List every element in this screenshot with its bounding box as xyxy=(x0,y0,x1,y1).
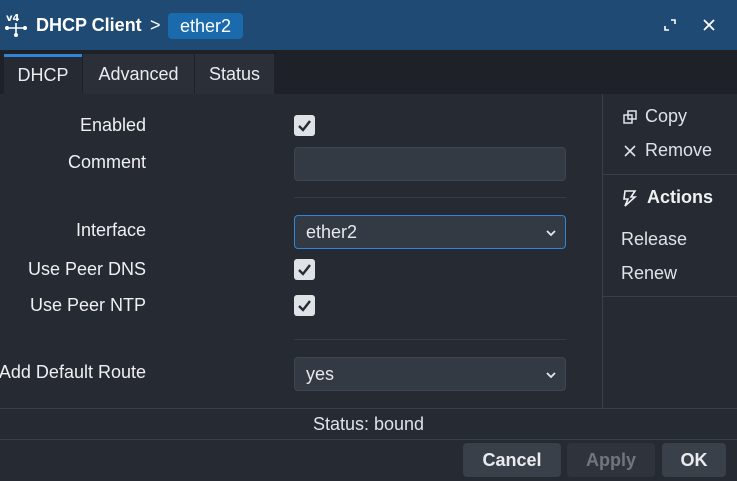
comment-field[interactable] xyxy=(294,147,566,181)
actions-heading: Actions xyxy=(621,187,713,208)
copy-icon xyxy=(623,109,637,124)
object-name-chip: ether2 xyxy=(168,13,244,39)
checkmark-icon xyxy=(298,300,311,312)
status-bar: Status: bound xyxy=(0,408,737,440)
actions-label: Actions xyxy=(647,187,714,207)
svg-text:v4: v4 xyxy=(6,13,20,24)
side-divider xyxy=(603,174,737,175)
form-divider xyxy=(294,197,566,198)
interface-value: ether2 xyxy=(306,222,358,242)
maximize-icon[interactable] xyxy=(659,14,681,36)
breadcrumb-separator: > xyxy=(150,15,161,35)
tab-bar: DHCP Advanced Status xyxy=(0,50,737,94)
tab-advanced[interactable]: Advanced xyxy=(83,54,194,94)
use-peer-ntp-checkbox[interactable] xyxy=(294,295,315,316)
use-peer-dns-checkbox[interactable] xyxy=(294,259,315,280)
enabled-checkbox[interactable] xyxy=(294,115,315,136)
add-default-route-select[interactable]: yes xyxy=(294,357,566,391)
tab-dhcp[interactable]: DHCP xyxy=(4,54,82,94)
tab-status[interactable]: Status xyxy=(195,54,274,94)
enabled-label: Enabled xyxy=(79,115,146,135)
checkmark-icon xyxy=(298,120,311,132)
release-action[interactable]: Release xyxy=(621,229,687,250)
copy-button[interactable]: Copy xyxy=(623,106,687,127)
dhcp-form: Enabled Comment Interface ether2 Use Pee… xyxy=(0,94,602,408)
side-panel: Copy Remove Actions Release Renew xyxy=(602,94,737,408)
window-title: DHCP Client xyxy=(36,15,142,35)
remove-button[interactable]: Remove xyxy=(623,140,712,161)
window-titlebar: v4 DHCP Client > ether2 xyxy=(0,0,737,50)
renew-action[interactable]: Renew xyxy=(621,263,677,284)
side-divider xyxy=(603,296,737,297)
use-peer-dns-label: Use Peer DNS xyxy=(27,259,146,279)
interface-label: Interface xyxy=(75,220,146,240)
cancel-button[interactable]: Cancel xyxy=(463,443,561,477)
chevron-down-icon xyxy=(546,372,556,379)
form-divider xyxy=(294,339,566,340)
dialog-footer: Cancel Apply OK xyxy=(0,440,737,481)
use-peer-ntp-label: Use Peer NTP xyxy=(29,295,146,315)
remove-icon xyxy=(624,144,636,157)
apply-button[interactable]: Apply xyxy=(567,443,655,477)
actions-icon xyxy=(623,189,638,207)
copy-label: Copy xyxy=(645,106,688,126)
add-default-route-value: yes xyxy=(306,364,335,384)
interface-select[interactable]: ether2 xyxy=(294,215,566,249)
add-default-route-label: Add Default Route xyxy=(0,362,146,382)
chevron-down-icon xyxy=(546,230,556,237)
checkmark-icon xyxy=(298,264,311,276)
dhcp-v4-icon: v4 xyxy=(4,12,28,38)
remove-label: Remove xyxy=(645,140,713,160)
comment-label: Comment xyxy=(67,152,146,172)
ok-button[interactable]: OK xyxy=(662,443,726,477)
close-icon[interactable] xyxy=(698,14,720,36)
